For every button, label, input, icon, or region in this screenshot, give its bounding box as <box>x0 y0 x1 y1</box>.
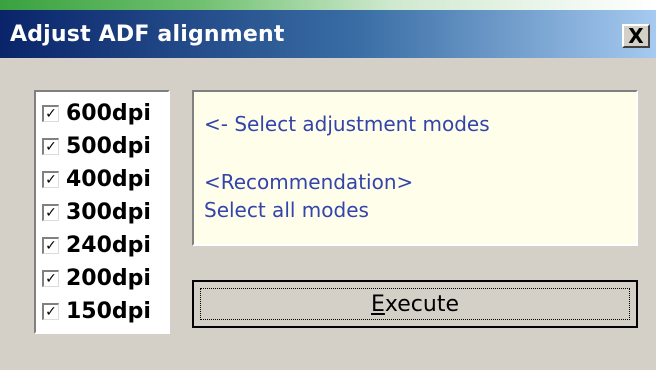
dpi-option-500[interactable]: ✓ 500dpi <box>42 131 151 161</box>
dpi-label: 150dpi <box>66 298 151 324</box>
check-icon: ✓ <box>45 138 57 155</box>
background-window-strip <box>0 0 656 10</box>
checkbox-400dpi[interactable]: ✓ <box>42 170 59 188</box>
dpi-label: 500dpi <box>66 133 151 159</box>
instruction-line: <- Select adjustment modes <box>204 112 490 136</box>
dpi-option-300[interactable]: ✓ 300dpi <box>42 197 151 227</box>
dpi-label: 600dpi <box>66 100 151 126</box>
checkbox-300dpi[interactable]: ✓ <box>42 203 59 221</box>
check-icon: ✓ <box>45 270 57 287</box>
dpi-option-600[interactable]: ✓ 600dpi <box>42 98 151 128</box>
dpi-option-200[interactable]: ✓ 200dpi <box>42 263 151 293</box>
execute-label: Execute <box>371 292 459 317</box>
checkbox-500dpi[interactable]: ✓ <box>42 137 59 155</box>
window-title: Adjust ADF alignment <box>10 22 285 47</box>
close-icon: X <box>628 24 644 48</box>
dpi-mode-list: ✓ 600dpi ✓ 500dpi ✓ 400dpi ✓ 300dpi ✓ 24… <box>34 90 170 334</box>
focus-rectangle: Execute <box>200 288 630 320</box>
check-icon: ✓ <box>45 105 57 122</box>
check-icon: ✓ <box>45 303 57 320</box>
mnemonic-letter: E <box>371 291 385 317</box>
checkbox-240dpi[interactable]: ✓ <box>42 236 59 254</box>
dpi-option-150[interactable]: ✓ 150dpi <box>42 296 151 326</box>
dpi-label: 240dpi <box>66 232 151 258</box>
dpi-label: 200dpi <box>66 265 151 291</box>
recommendation-heading: <Recommendation> <box>204 170 414 194</box>
check-icon: ✓ <box>45 204 57 221</box>
checkbox-150dpi[interactable]: ✓ <box>42 302 59 320</box>
checkbox-200dpi[interactable]: ✓ <box>42 269 59 287</box>
instruction-panel: <- Select adjustment modes <Recommendati… <box>192 90 638 246</box>
adjust-adf-dialog: Adjust ADF alignment X ✓ 600dpi ✓ 500dpi… <box>0 0 656 370</box>
label-rest: xecute <box>384 291 459 317</box>
close-button[interactable]: X <box>622 24 650 48</box>
dpi-label: 400dpi <box>66 166 151 192</box>
check-icon: ✓ <box>45 171 57 188</box>
checkbox-600dpi[interactable]: ✓ <box>42 104 59 122</box>
dpi-option-240[interactable]: ✓ 240dpi <box>42 230 151 260</box>
execute-button[interactable]: Execute <box>192 280 638 328</box>
title-bar[interactable]: Adjust ADF alignment X <box>0 10 656 58</box>
dpi-label: 300dpi <box>66 199 151 225</box>
recommendation-text: Select all modes <box>204 198 369 222</box>
check-icon: ✓ <box>45 237 57 254</box>
dpi-option-400[interactable]: ✓ 400dpi <box>42 164 151 194</box>
